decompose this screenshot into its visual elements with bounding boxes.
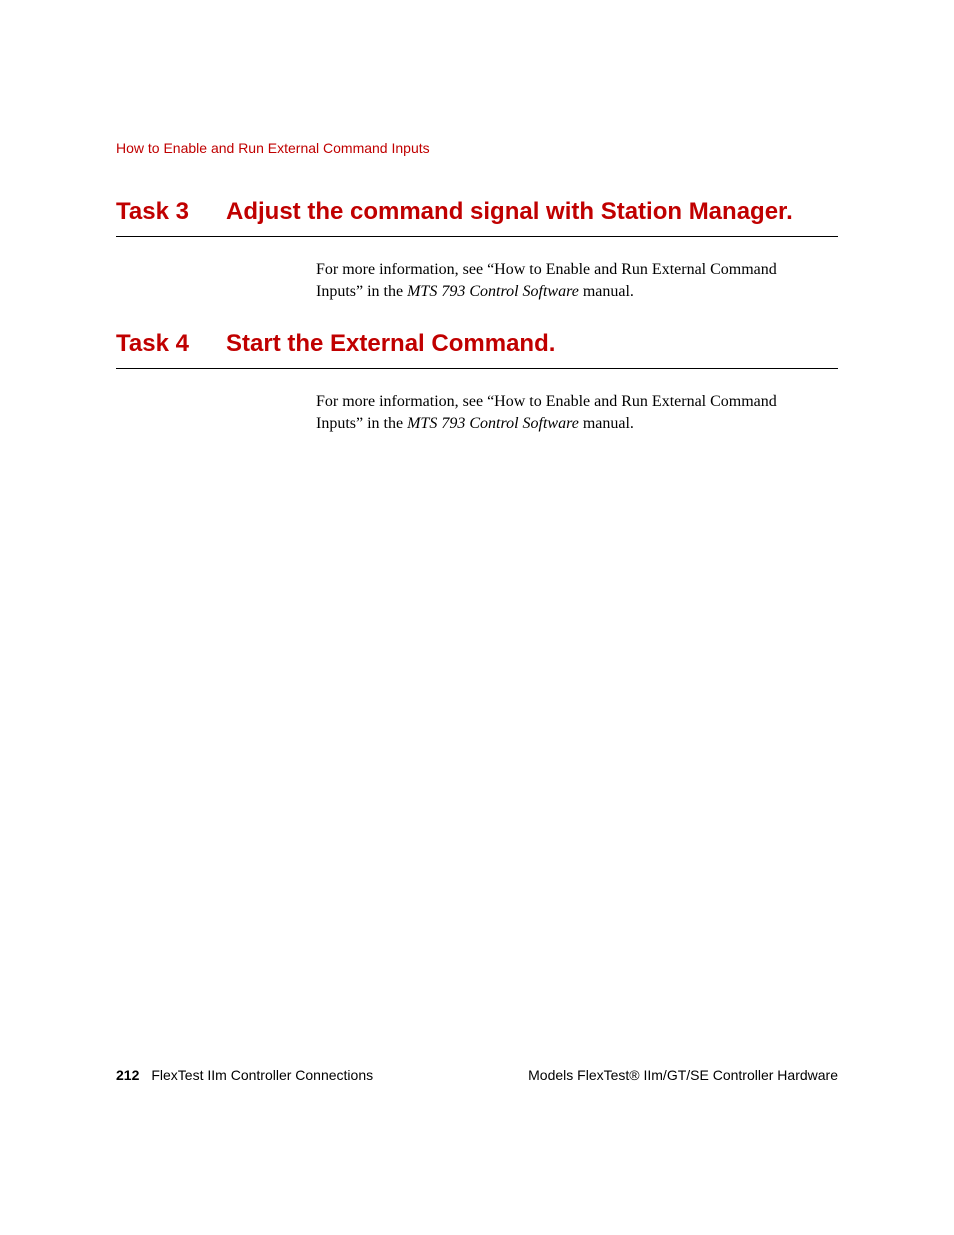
task-4-paragraph-suffix: manual.	[579, 415, 634, 432]
task-3-label: Task 3	[116, 198, 226, 226]
task-4-block: Task 4 Start the External Command. For m…	[116, 330, 838, 434]
page-footer: 212 FlexTest IIm Controller Connections …	[116, 1067, 838, 1083]
task-4-paragraph-italic: MTS 793 Control Software	[407, 415, 579, 432]
task-4-paragraph: For more information, see “How to Enable…	[316, 391, 826, 434]
task-3-paragraph-italic: MTS 793 Control Software	[407, 283, 579, 300]
task-3-heading: Task 3 Adjust the command signal with St…	[116, 198, 838, 237]
footer-section: FlexTest IIm Controller Connections	[151, 1067, 373, 1083]
task-4-heading: Task 4 Start the External Command.	[116, 330, 838, 369]
task-3-paragraph-suffix: manual.	[579, 283, 634, 300]
footer-left: 212 FlexTest IIm Controller Connections	[116, 1067, 373, 1083]
footer-doc-title: Models FlexTest® IIm/GT/SE Controller Ha…	[528, 1067, 838, 1083]
task-3-block: Task 3 Adjust the command signal with St…	[116, 198, 838, 302]
running-header: How to Enable and Run External Command I…	[116, 140, 838, 156]
task-4-label: Task 4	[116, 330, 226, 358]
task-4-title: Start the External Command.	[226, 330, 555, 358]
task-3-paragraph: For more information, see “How to Enable…	[316, 259, 826, 302]
task-3-title: Adjust the command signal with Station M…	[226, 198, 793, 226]
footer-page-number: 212	[116, 1067, 139, 1083]
document-page: How to Enable and Run External Command I…	[0, 0, 954, 1235]
